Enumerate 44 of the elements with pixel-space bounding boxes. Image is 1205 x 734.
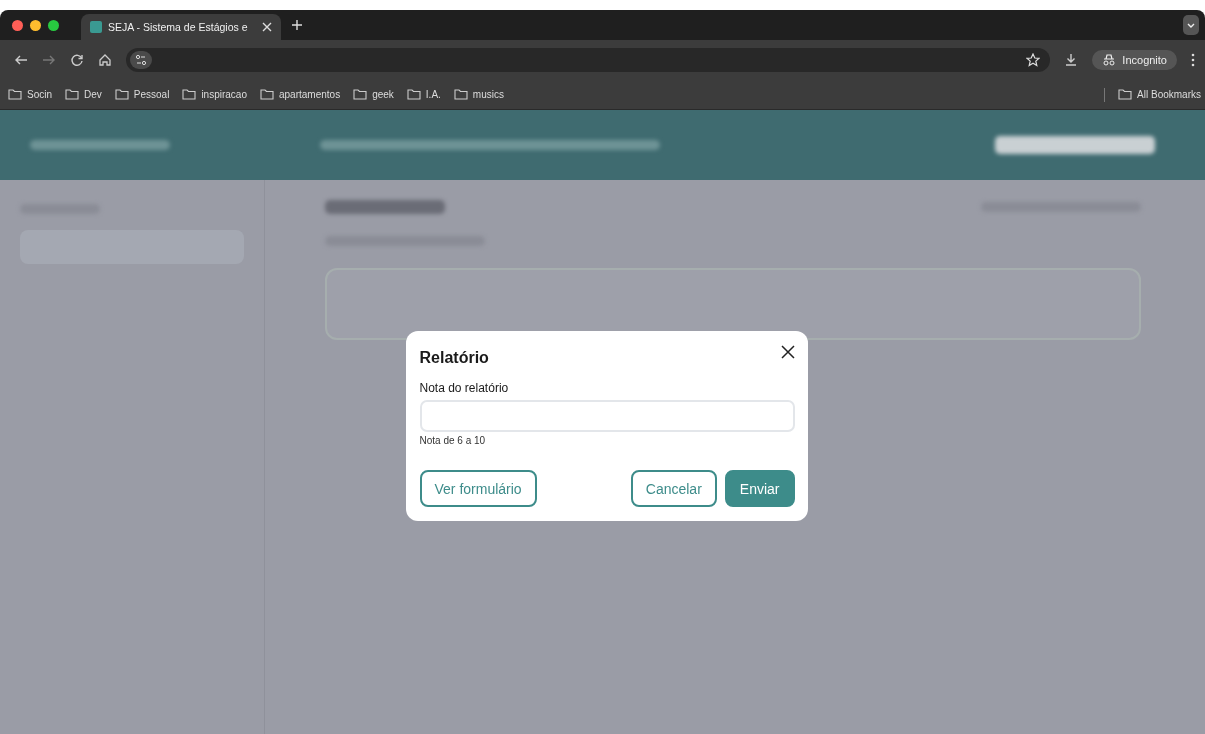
back-icon[interactable] <box>14 53 28 67</box>
site-favicon-icon <box>90 21 102 33</box>
all-bookmarks-button[interactable]: All Bookmarks <box>1118 89 1201 100</box>
bookmark-folder[interactable]: Pessoal <box>114 89 170 100</box>
bookmark-folder[interactable]: geek <box>353 89 394 100</box>
folder-icon <box>353 89 368 100</box>
tab-search-icon[interactable] <box>1183 15 1199 35</box>
folder-icon <box>406 89 421 100</box>
maximize-window-icon[interactable] <box>48 19 59 31</box>
folder-icon <box>453 89 468 100</box>
folder-icon <box>65 89 79 100</box>
bookmark-folder[interactable]: Dev <box>65 89 102 100</box>
incognito-icon <box>1102 54 1117 66</box>
field-hint: Nota de 6 a 10 <box>419 435 487 446</box>
bookmark-folder[interactable]: musics <box>453 89 504 100</box>
new-tab-icon[interactable] <box>291 19 303 31</box>
folder-icon <box>182 89 197 100</box>
minimize-window-icon[interactable] <box>30 19 41 31</box>
home-icon[interactable] <box>98 53 112 67</box>
dialog-button[interactable]: Enviar <box>724 470 795 507</box>
folder-icon <box>8 89 22 100</box>
folder-icon <box>114 89 129 100</box>
reload-icon[interactable] <box>70 53 84 67</box>
dialog-title: Relatório <box>419 349 489 367</box>
folder-icon <box>1118 89 1133 100</box>
bookmark-folder[interactable]: inspiracao <box>182 89 247 100</box>
folder-icon <box>260 89 274 100</box>
grade-input-field[interactable] <box>419 400 795 432</box>
browser-menu-icon[interactable] <box>1191 53 1195 67</box>
browser-tab[interactable]: SEJA - Sistema de Estágios e <box>81 14 281 40</box>
close-window-icon[interactable] <box>12 19 23 31</box>
field-label: Nota do relatório <box>419 381 510 395</box>
bookmark-folder[interactable]: Socin <box>8 89 52 100</box>
close-icon[interactable] <box>780 345 795 359</box>
bookmark-folder[interactable]: I.A. <box>406 89 441 100</box>
site-settings-icon[interactable] <box>130 51 152 69</box>
download-icon[interactable] <box>1064 53 1079 67</box>
bookmark-folder[interactable]: apartamentos <box>260 89 341 100</box>
bookmark-star-icon[interactable] <box>1026 53 1041 67</box>
incognito-button[interactable]: Incognito <box>1092 50 1177 70</box>
forward-icon[interactable] <box>42 53 56 67</box>
dialog-button[interactable]: Cancelar <box>630 470 717 507</box>
dialog-button[interactable]: Ver formulário <box>419 470 537 507</box>
close-tab-icon[interactable] <box>262 22 272 32</box>
